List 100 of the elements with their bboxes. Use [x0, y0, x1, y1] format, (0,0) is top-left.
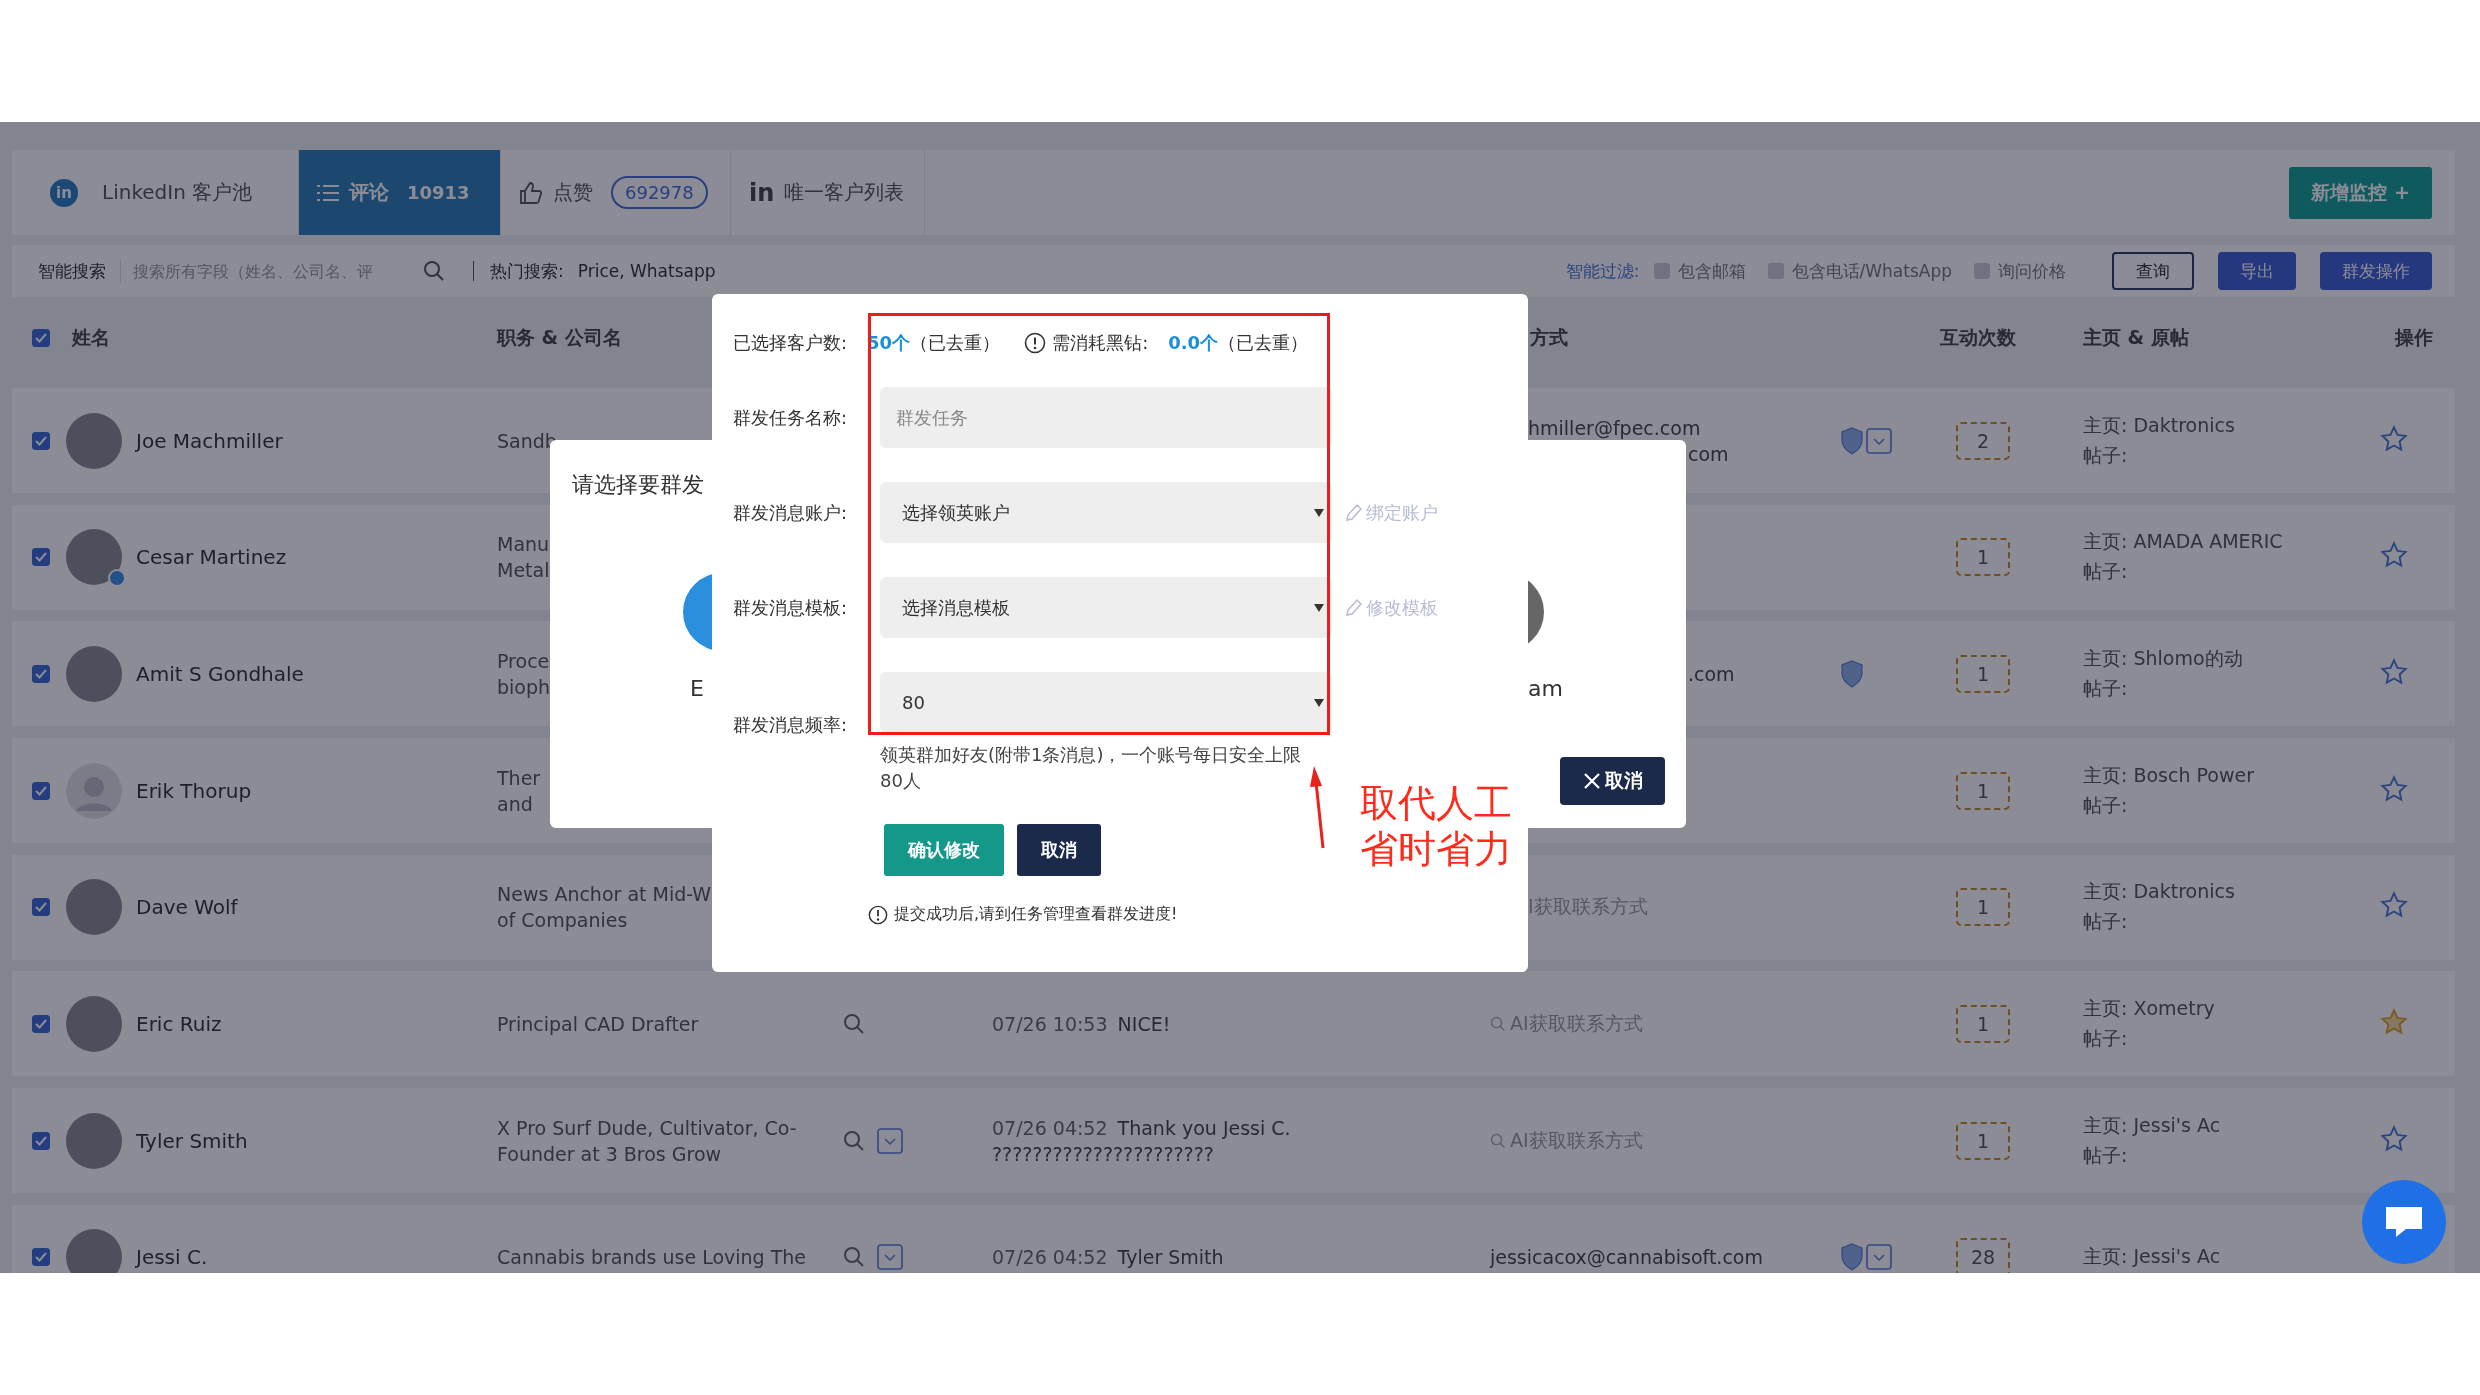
homepage-text[interactable]: 主页: Bosch Power — [2083, 762, 2254, 789]
homepage-text[interactable]: 主页: Jessi's Ac — [2083, 1112, 2221, 1139]
caret-icon — [1314, 603, 1324, 612]
select-all-checkbox[interactable] — [32, 329, 50, 347]
interaction-count: 1 — [1956, 1121, 2010, 1160]
post-label: 帖子: — [2083, 1025, 2128, 1051]
hot-search-terms[interactable]: Price, Whatsapp — [577, 261, 716, 281]
toolbar-button[interactable]: 导出 — [2218, 252, 2296, 290]
job-title-text: X Pro Surf Dude, Cultivator, Co- — [497, 1116, 797, 1139]
dropdown-icon[interactable] — [1866, 427, 1892, 454]
column-header: 互动次数 — [1940, 325, 2016, 350]
column-header: 主页 & 原帖 — [2083, 325, 2189, 350]
field-label: 已选择客户数: — [733, 331, 848, 355]
filter-option-label: 包含邮箱 — [1677, 259, 1746, 283]
post-label: 帖子: — [2083, 1142, 2128, 1168]
filter-checkbox[interactable] — [1653, 263, 1670, 279]
post-label: 帖子: — [2083, 909, 2128, 935]
homepage-text[interactable]: 主页: Daktronics — [2083, 412, 2235, 439]
filter-checkbox[interactable] — [1974, 263, 1990, 279]
job-title-text: Metal — [497, 559, 550, 582]
cancel-button[interactable]: 取消 — [1017, 824, 1101, 876]
contact-name[interactable]: Tyler Smith — [136, 1128, 497, 1153]
annotation-text: 省时省力 — [1360, 826, 1512, 872]
star-icon[interactable] — [2380, 424, 2408, 453]
contact-name[interactable]: Jessi C. — [136, 1245, 497, 1270]
job-title-text: and — [497, 792, 533, 815]
select-dropdown[interactable]: 选择消息模板 — [880, 577, 1332, 638]
email-text: com — [1687, 442, 1729, 465]
post-label: 帖子: — [2083, 559, 2128, 585]
star-icon[interactable] — [2380, 1007, 2408, 1036]
job-title-text: Manu — [497, 533, 550, 556]
cost-value: 0.0个 — [1168, 331, 1219, 355]
star-icon[interactable] — [2380, 1124, 2408, 1153]
help-text: 领英群加好友(附带1条消息)，一个账号每日安全上限80人 — [880, 743, 1303, 793]
email-text: .com — [1687, 662, 1735, 685]
field-label: 群发消息模板: — [733, 595, 849, 620]
star-icon[interactable] — [2380, 541, 2408, 570]
contact-name[interactable]: Joe Machmiller — [136, 428, 497, 453]
interaction-count: 1 — [1956, 538, 2010, 577]
homepage-text[interactable]: 主页: Shlomo的动 — [2083, 645, 2243, 672]
filter-option-label: 包含电话/WhatsApp — [1791, 259, 1952, 283]
homepage-text[interactable]: 主页: Jessi's Ac — [2083, 1244, 2221, 1271]
linkedin-icon: in — [50, 178, 78, 207]
comment-time: 07/26 04:52 — [992, 1246, 1108, 1269]
job-title-text: Proce — [497, 649, 550, 672]
comment-text: Thank you Jessi C. — [1117, 1116, 1291, 1139]
homepage-text[interactable]: 主页: AMADA AMERIC — [2083, 529, 2283, 556]
search-icon[interactable] — [843, 1129, 865, 1152]
add-monitor-button[interactable]: 新增监控 + — [2289, 166, 2432, 219]
row-checkbox[interactable] — [32, 898, 50, 917]
dropdown-icon[interactable] — [877, 1127, 903, 1154]
job-title-text: Cannabis brands use Loving The — [497, 1246, 807, 1269]
tab[interactable]: 点赞 692978 — [501, 150, 731, 235]
toolbar-button[interactable]: 查询 — [2112, 252, 2194, 290]
comment-time: 07/26 10:53 — [992, 1012, 1108, 1035]
option-label: am — [1528, 676, 1563, 701]
filter-checkbox[interactable] — [1767, 263, 1784, 279]
toolbar-button[interactable]: 群发操作 — [2320, 252, 2432, 290]
comment-text: NICE! — [1117, 1012, 1171, 1035]
dedup-note: （已去重） — [910, 331, 1001, 355]
tab[interactable]: 评论 10913 — [299, 150, 501, 235]
dropdown-icon[interactable] — [877, 1244, 903, 1271]
row-checkbox[interactable] — [32, 1248, 50, 1267]
contact-name[interactable]: Cesar Martinez — [136, 545, 497, 570]
interaction-count: 1 — [1956, 771, 2010, 810]
homepage-text[interactable]: 主页: Xometry — [2083, 995, 2215, 1022]
hot-search-label: 热门搜索: — [490, 259, 564, 283]
comment-text: ?????????????????????? — [992, 1142, 1214, 1165]
row-checkbox[interactable] — [32, 1014, 50, 1033]
contact-name[interactable]: Erik Thorup — [136, 778, 497, 803]
search-icon[interactable] — [423, 260, 445, 282]
row-checkbox[interactable] — [32, 548, 50, 567]
tab[interactable]: in 唯一客户列表 — [731, 150, 925, 235]
task-name-field[interactable]: 群发任务 — [880, 387, 1332, 448]
pencil-icon — [1344, 502, 1362, 523]
select-dropdown[interactable]: 80 — [880, 672, 1332, 733]
info-icon — [868, 904, 888, 925]
caret-icon — [1314, 508, 1324, 517]
dropdown-icon[interactable] — [1866, 1244, 1892, 1271]
search-icon[interactable] — [843, 1246, 865, 1269]
star-icon[interactable] — [2380, 657, 2408, 686]
row-checkbox[interactable] — [32, 1131, 50, 1150]
row-checkbox[interactable] — [32, 431, 50, 450]
comment-text: Tyler Smith — [1117, 1246, 1224, 1269]
post-label: 帖子: — [2083, 442, 2128, 468]
contact-name[interactable]: Amit S Gondhale — [136, 661, 497, 686]
row-checkbox[interactable] — [32, 781, 50, 800]
cancel-button[interactable]: 取消 — [1560, 757, 1665, 805]
search-icon[interactable] — [843, 1012, 865, 1035]
contact-name[interactable]: Eric Ruiz — [136, 1011, 497, 1036]
row-checkbox[interactable] — [32, 664, 50, 683]
linkedin-icon: in — [749, 178, 775, 207]
homepage-text[interactable]: 主页: Daktronics — [2083, 879, 2235, 906]
star-icon[interactable] — [2380, 891, 2408, 920]
confirm-button[interactable]: 确认修改 — [884, 824, 1004, 876]
pencil-icon — [1344, 597, 1362, 618]
star-icon[interactable] — [2380, 774, 2408, 803]
select-dropdown[interactable]: 选择领英账户 — [880, 482, 1332, 543]
thumbs-up-icon — [519, 180, 543, 205]
contact-name[interactable]: Dave Wolf — [136, 895, 497, 920]
